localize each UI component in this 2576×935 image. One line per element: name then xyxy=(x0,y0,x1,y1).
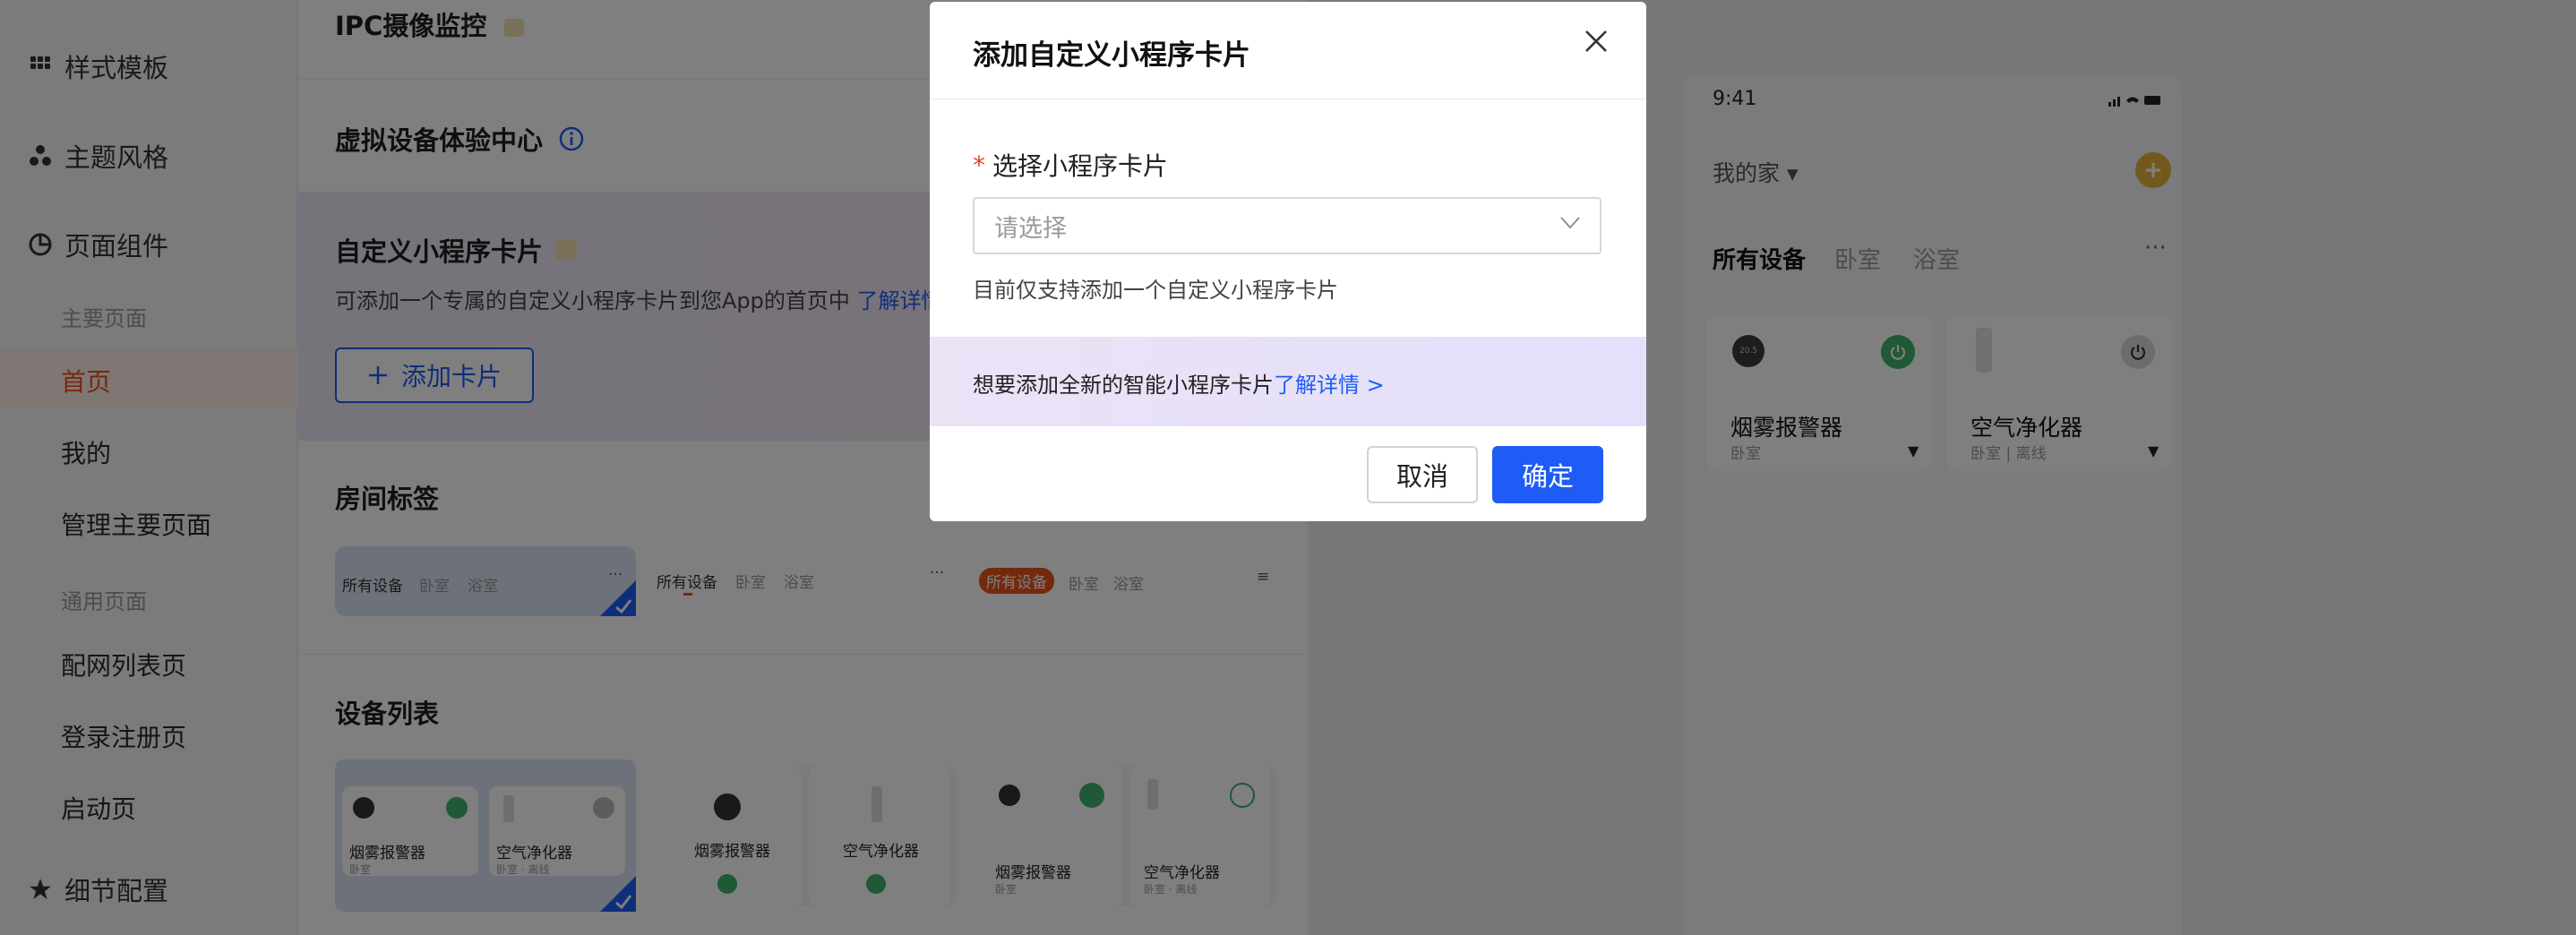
required-mark: * xyxy=(973,150,985,180)
banner-learn-more-link[interactable]: 了解详情 > xyxy=(1274,373,1385,398)
select-placeholder: 请选择 xyxy=(994,214,1067,243)
close-icon[interactable] xyxy=(1584,29,1609,54)
cancel-button[interactable]: 取消 xyxy=(1367,446,1478,503)
field-label: * 选择小程序卡片 xyxy=(973,150,1169,182)
promo-banner: 想要添加全新的智能小程序卡片了解详情 > xyxy=(930,337,1646,426)
field-hint: 目前仅支持添加一个自定义小程序卡片 xyxy=(973,278,1338,303)
chevron-down-icon xyxy=(1560,217,1580,229)
add-custom-card-modal: 添加自定义小程序卡片 * 选择小程序卡片 请选择 目前仅支持添加一个自定义小程序… xyxy=(930,2,1646,521)
modal-title: 添加自定义小程序卡片 xyxy=(973,39,1250,72)
confirm-button[interactable]: 确定 xyxy=(1492,446,1603,503)
card-select[interactable]: 请选择 xyxy=(973,197,1601,254)
